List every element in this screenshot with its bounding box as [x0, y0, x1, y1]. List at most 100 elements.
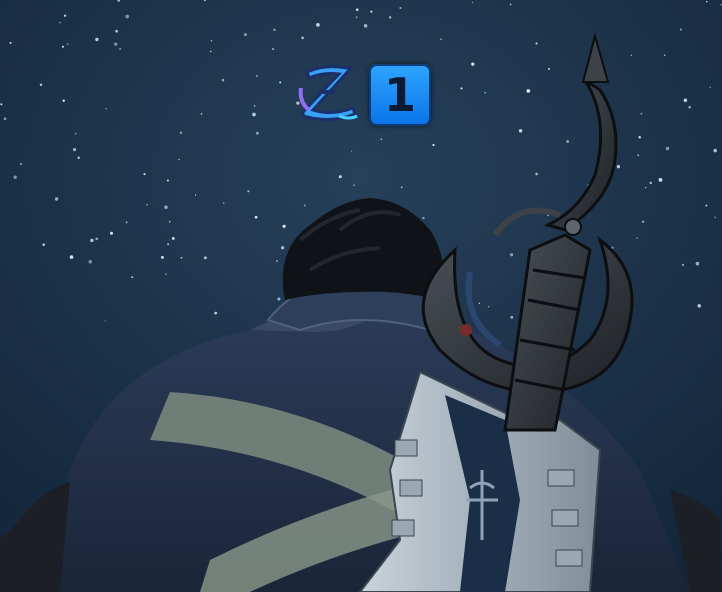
- star: [210, 40, 213, 42]
- star: [338, 175, 342, 179]
- star: [146, 203, 148, 206]
- star: [221, 78, 225, 82]
- star: [280, 246, 285, 250]
- star: [637, 154, 640, 157]
- star: [272, 48, 275, 51]
- star: [547, 214, 549, 217]
- star: [706, 0, 708, 3]
- status-effect-indicator: 1: [295, 58, 435, 130]
- star: [478, 302, 481, 305]
- star: [355, 16, 358, 19]
- star: [247, 190, 250, 193]
- star: [640, 112, 643, 115]
- star: [125, 221, 128, 224]
- star: [665, 146, 670, 151]
- star: [432, 143, 435, 147]
- star: [200, 113, 203, 115]
- star: [509, 3, 512, 6]
- star: [630, 54, 632, 56]
- star: [19, 162, 23, 166]
- star: [636, 237, 638, 239]
- star: [54, 197, 59, 201]
- star: [165, 273, 167, 275]
- star: [422, 216, 425, 220]
- star: [526, 89, 531, 93]
- star: [90, 238, 94, 243]
- star: [223, 202, 225, 204]
- star: [63, 14, 67, 17]
- star: [484, 91, 486, 94]
- star: [642, 220, 645, 223]
- star: [178, 158, 180, 161]
- star: [109, 231, 114, 235]
- star: [316, 23, 320, 27]
- star: [566, 139, 570, 144]
- star: [171, 236, 175, 240]
- star: [253, 105, 256, 107]
- star: [166, 179, 169, 182]
- game-scene: 1: [0, 0, 722, 592]
- star: [67, 43, 69, 45]
- star: [363, 24, 368, 28]
- star: [683, 98, 688, 102]
- star: [273, 28, 276, 32]
- star: [400, 186, 403, 188]
- star: [13, 175, 17, 179]
- star: [695, 261, 700, 266]
- star: [303, 204, 306, 207]
- star: [255, 75, 258, 77]
- star: [471, 1, 474, 4]
- star: [380, 138, 383, 140]
- star: [74, 132, 77, 135]
- star: [471, 62, 475, 66]
- star: [720, 4, 722, 6]
- star: [243, 33, 247, 37]
- star: [681, 263, 685, 267]
- star: [518, 129, 523, 133]
- star: [705, 204, 708, 207]
- star: [487, 305, 490, 308]
- star: [279, 81, 282, 84]
- star: [214, 311, 218, 315]
- star: [72, 148, 77, 152]
- star: [88, 260, 93, 264]
- star: [252, 112, 256, 117]
- star: [95, 37, 99, 42]
- star: [115, 29, 118, 33]
- star: [679, 28, 682, 31]
- star: [370, 10, 373, 13]
- star: [105, 107, 107, 110]
- star: [210, 50, 212, 53]
- star: [58, 21, 61, 24]
- stack-count-badge: 1: [369, 64, 431, 126]
- star: [203, 256, 207, 260]
- star: [353, 184, 355, 186]
- star: [180, 256, 183, 259]
- star: [164, 205, 168, 209]
- star: [688, 106, 691, 109]
- star: [0, 103, 3, 106]
- star: [69, 255, 74, 259]
- star: [460, 87, 463, 90]
- star: [254, 215, 258, 219]
- star: [131, 276, 134, 279]
- star: [535, 172, 538, 176]
- star: [399, 6, 402, 10]
- star: [125, 14, 130, 19]
- star: [658, 178, 663, 182]
- star: [616, 165, 621, 169]
- star: [255, 131, 259, 135]
- star: [61, 45, 64, 48]
- star: [714, 216, 716, 219]
- star: [62, 99, 65, 102]
- star: [663, 54, 666, 57]
- star: [697, 304, 701, 308]
- star: [95, 237, 99, 241]
- sleep-z-icon: [298, 65, 358, 121]
- star: [160, 255, 164, 259]
- star: [276, 260, 278, 262]
- star: [9, 41, 12, 44]
- star: [440, 38, 443, 41]
- star: [547, 67, 551, 70]
- star: [179, 131, 183, 134]
